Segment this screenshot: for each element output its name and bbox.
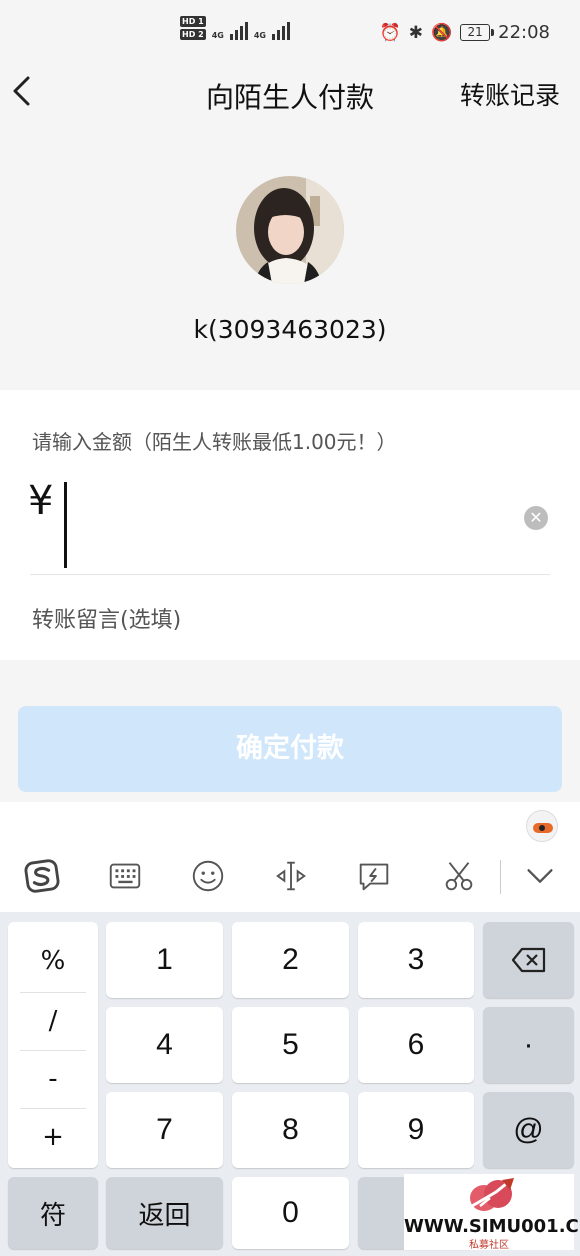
- watermark-text: WWW.SIMU001.CN: [404, 1216, 580, 1237]
- key-7[interactable]: 7: [106, 1092, 223, 1168]
- mascot-icon[interactable]: [526, 810, 558, 842]
- key-plus[interactable]: +: [8, 1108, 98, 1166]
- collapse-keyboard-chevron-down-icon[interactable]: [518, 856, 562, 896]
- clear-icon[interactable]: ✕: [524, 506, 548, 530]
- bluetooth-icon: ✱: [408, 22, 423, 43]
- avatar: [236, 176, 344, 284]
- key-0[interactable]: 0: [232, 1177, 349, 1249]
- transfer-history-link[interactable]: 转账记录: [460, 76, 560, 112]
- return-key[interactable]: 返回: [106, 1177, 223, 1249]
- divider: [30, 574, 550, 575]
- remark-input[interactable]: 转账留言(选填): [32, 602, 181, 634]
- backspace-key[interactable]: [483, 922, 574, 998]
- key-4[interactable]: 4: [106, 1007, 223, 1083]
- amount-input-cursor[interactable]: [64, 482, 67, 568]
- recipient-name: k(3093463023): [193, 315, 387, 344]
- key-at[interactable]: @: [483, 1092, 574, 1168]
- key-minus[interactable]: -: [8, 1050, 98, 1108]
- clock: 22:08: [498, 22, 550, 43]
- key-slash[interactable]: /: [8, 992, 98, 1050]
- key-dot[interactable]: ·: [483, 1007, 574, 1083]
- confirm-payment-button[interactable]: 确定付款: [18, 706, 562, 792]
- hd2-badge: HD 2: [180, 29, 206, 40]
- keyboard-icon[interactable]: [103, 856, 147, 896]
- key-6[interactable]: 6: [358, 1007, 474, 1083]
- key-percent[interactable]: %: [8, 932, 98, 990]
- key-3[interactable]: 3: [358, 922, 474, 998]
- signal-1-icon: [229, 18, 248, 40]
- key-8[interactable]: 8: [232, 1092, 349, 1168]
- quick-phrase-icon[interactable]: [352, 856, 396, 896]
- symbols-key[interactable]: 符: [8, 1177, 98, 1249]
- alarm-icon: ⏰: [379, 22, 401, 43]
- key-2[interactable]: 2: [232, 922, 349, 998]
- mute-icon: 🔕: [430, 22, 453, 43]
- sogou-logo-icon[interactable]: [20, 856, 64, 896]
- network-type-1: 4G: [211, 31, 224, 40]
- emoji-icon[interactable]: [186, 856, 230, 896]
- keyboard-toolbar: [0, 802, 580, 912]
- recipient-profile: k(3093463023): [0, 122, 580, 390]
- transfer-form: 请输入金额（陌生人转账最低1.00元！） ¥ ✕ 转账留言(选填): [0, 390, 580, 660]
- status-bar: HD 1 HD 2 4G 4G ⏰ ✱ 🔕 21 22:08: [0, 0, 580, 66]
- watermark-subtext: 私募社区: [469, 1240, 509, 1251]
- signal-indicators: HD 1 HD 2 4G 4G: [180, 16, 290, 40]
- signal-2-icon: [271, 18, 290, 40]
- key-9[interactable]: 9: [358, 1092, 474, 1168]
- scissors-icon[interactable]: [437, 856, 481, 896]
- battery-icon: 21: [460, 24, 495, 41]
- hd1-badge: HD 1: [180, 16, 206, 27]
- currency-symbol: ¥: [28, 478, 54, 524]
- backspace-icon: [511, 947, 545, 973]
- network-type-2: 4G: [253, 31, 266, 40]
- nav-bar: 向陌生人付款 转账记录: [0, 66, 580, 122]
- toolbar-divider: [500, 860, 501, 894]
- watermark: WWW.SIMU001.CN 私募社区: [404, 1174, 580, 1251]
- amount-hint: 请输入金额（陌生人转账最低1.00元！）: [32, 430, 397, 454]
- key-1[interactable]: 1: [106, 922, 223, 998]
- watermark-logo-icon: [470, 1178, 514, 1211]
- cursor-move-icon[interactable]: [269, 856, 313, 896]
- symbol-column: % / - +: [8, 922, 98, 1168]
- key-5[interactable]: 5: [232, 1007, 349, 1083]
